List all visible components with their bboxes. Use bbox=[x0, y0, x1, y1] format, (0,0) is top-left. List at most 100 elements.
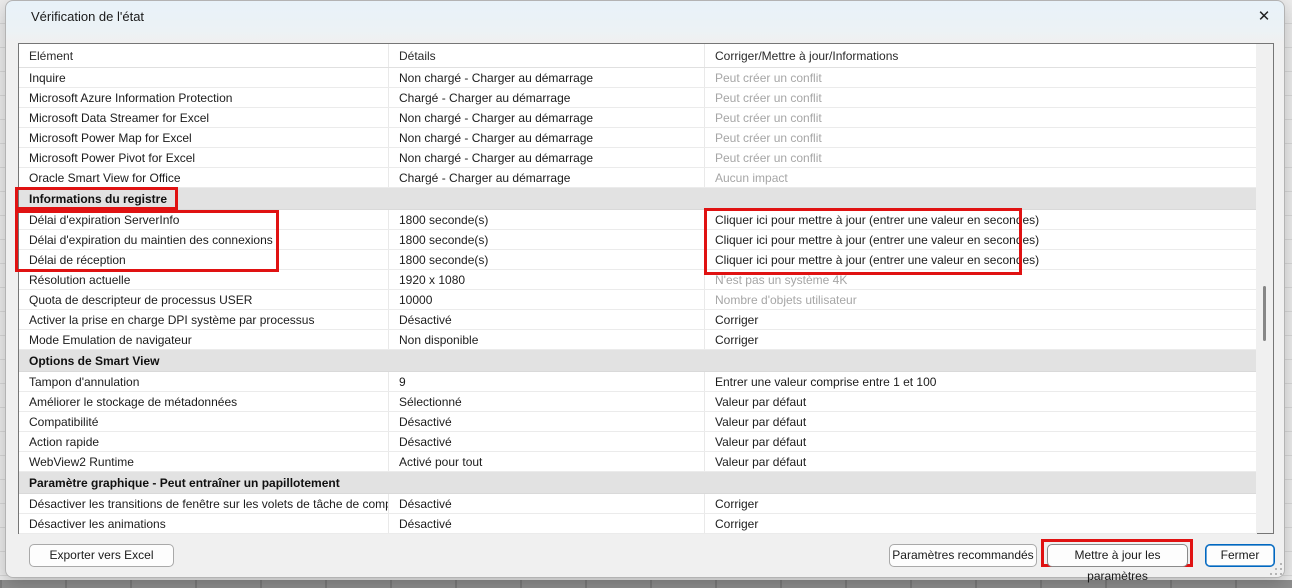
action-cell: N'est pas un système 4K bbox=[705, 270, 1257, 289]
element-cell: Action rapide bbox=[19, 432, 389, 451]
details-cell: Sélectionné bbox=[389, 392, 705, 411]
details-cell: Chargé - Charger au démarrage bbox=[389, 168, 705, 187]
details-cell: Non chargé - Charger au démarrage bbox=[389, 148, 705, 167]
element-cell: Microsoft Power Pivot for Excel bbox=[19, 148, 389, 167]
action-cell[interactable]: Cliquer ici pour mettre à jour (entrer u… bbox=[705, 210, 1257, 229]
action-cell[interactable]: Corriger bbox=[705, 514, 1257, 533]
column-header-element: Elément bbox=[19, 44, 389, 67]
table-row: Microsoft Azure Information ProtectionCh… bbox=[19, 88, 1257, 108]
details-cell: Non chargé - Charger au démarrage bbox=[389, 128, 705, 147]
table-row: Microsoft Power Pivot for ExcelNon charg… bbox=[19, 148, 1257, 168]
action-cell: Peut créer un conflit bbox=[705, 148, 1257, 167]
action-cell[interactable]: Valeur par défaut bbox=[705, 432, 1257, 451]
element-cell: WebView2 Runtime bbox=[19, 452, 389, 471]
table-row: Microsoft Power Map for ExcelNon chargé … bbox=[19, 128, 1257, 148]
section-row: Paramètre graphique - Peut entraîner un … bbox=[19, 472, 1257, 494]
action-cell: Aucun impact bbox=[705, 168, 1257, 187]
element-cell: Activer la prise en charge DPI système p… bbox=[19, 310, 389, 329]
element-cell: Tampon d'annulation bbox=[19, 372, 389, 391]
action-cell[interactable]: Corriger bbox=[705, 310, 1257, 329]
health-check-dialog: Vérification de l'état ✕ Elément Détails… bbox=[5, 0, 1285, 578]
close-icon[interactable]: ✕ bbox=[1252, 5, 1276, 29]
element-cell: Compatibilité bbox=[19, 412, 389, 431]
action-cell: Peut créer un conflit bbox=[705, 128, 1257, 147]
table-row: CompatibilitéDésactivéValeur par défaut bbox=[19, 412, 1257, 432]
section-label: Options de Smart View bbox=[29, 354, 159, 368]
details-cell: Non chargé - Charger au démarrage bbox=[389, 108, 705, 127]
details-cell: 1800 seconde(s) bbox=[389, 230, 705, 249]
resize-grip-icon[interactable] bbox=[1275, 568, 1277, 570]
details-cell: 9 bbox=[389, 372, 705, 391]
export-to-excel-button[interactable]: Exporter vers Excel bbox=[29, 544, 174, 567]
action-cell: Peut créer un conflit bbox=[705, 108, 1257, 127]
table-row: Action rapideDésactivéValeur par défaut bbox=[19, 432, 1257, 452]
column-header-action: Corriger/Mettre à jour/Informations bbox=[705, 44, 1257, 67]
details-cell: Désactivé bbox=[389, 432, 705, 451]
table-row: Tampon d'annulation9Entrer une valeur co… bbox=[19, 372, 1257, 392]
section-label: Informations du registre bbox=[29, 192, 167, 206]
table-grid: Elément Détails Corriger/Mettre à jour/I… bbox=[19, 44, 1257, 533]
column-header-details: Détails bbox=[389, 44, 705, 67]
section-label: Paramètre graphique - Peut entraîner un … bbox=[29, 476, 340, 490]
close-dialog-button[interactable]: Fermer bbox=[1205, 544, 1275, 567]
update-settings-button[interactable]: Mettre à jour les paramètres bbox=[1047, 544, 1188, 567]
element-cell: Délai d'expiration ServerInfo bbox=[19, 210, 389, 229]
element-cell: Améliorer le stockage de métadonnées bbox=[19, 392, 389, 411]
vertical-scrollbar[interactable] bbox=[1256, 44, 1273, 533]
element-cell: Délai de réception bbox=[19, 250, 389, 269]
table-row: InquireNon chargé - Charger au démarrage… bbox=[19, 68, 1257, 88]
action-cell[interactable]: Cliquer ici pour mettre à jour (entrer u… bbox=[705, 250, 1257, 269]
dialog-title: Vérification de l'état bbox=[31, 9, 144, 24]
details-cell: Chargé - Charger au démarrage bbox=[389, 88, 705, 107]
action-cell[interactable]: Entrer une valeur comprise entre 1 et 10… bbox=[705, 372, 1257, 391]
dialog-titlebar[interactable]: Vérification de l'état ✕ bbox=[6, 1, 1284, 33]
table-row: Améliorer le stockage de métadonnéesSéle… bbox=[19, 392, 1257, 412]
action-cell: Peut créer un conflit bbox=[705, 88, 1257, 107]
action-cell: Peut créer un conflit bbox=[705, 68, 1257, 87]
table-body: InquireNon chargé - Charger au démarrage… bbox=[19, 68, 1257, 534]
element-cell: Désactiver les transitions de fenêtre su… bbox=[19, 494, 389, 513]
health-check-table: Elément Détails Corriger/Mettre à jour/I… bbox=[18, 43, 1274, 534]
element-cell: Quota de descripteur de processus USER bbox=[19, 290, 389, 309]
details-cell: Désactivé bbox=[389, 494, 705, 513]
element-cell: Microsoft Azure Information Protection bbox=[19, 88, 389, 107]
action-cell[interactable]: Corriger bbox=[705, 330, 1257, 349]
action-cell[interactable]: Valeur par défaut bbox=[705, 412, 1257, 431]
table-row: Délai de réception1800 seconde(s)Cliquer… bbox=[19, 250, 1257, 270]
action-cell[interactable]: Corriger bbox=[705, 494, 1257, 513]
table-row: Résolution actuelle1920 x 1080N'est pas … bbox=[19, 270, 1257, 290]
details-cell: Non disponible bbox=[389, 330, 705, 349]
scrollbar-thumb[interactable] bbox=[1263, 286, 1266, 341]
table-row: Quota de descripteur de processus USER10… bbox=[19, 290, 1257, 310]
action-cell: Nombre d'objets utilisateur bbox=[705, 290, 1257, 309]
table-row: Mode Emulation de navigateurNon disponib… bbox=[19, 330, 1257, 350]
element-cell: Résolution actuelle bbox=[19, 270, 389, 289]
section-row: Informations du registre bbox=[19, 188, 1257, 210]
table-row: Délai d'expiration ServerInfo1800 second… bbox=[19, 210, 1257, 230]
table-row: Désactiver les animationsDésactivéCorrig… bbox=[19, 514, 1257, 534]
table-row: Microsoft Data Streamer for ExcelNon cha… bbox=[19, 108, 1257, 128]
recommended-settings-button[interactable]: Paramètres recommandés bbox=[889, 544, 1037, 567]
element-cell: Inquire bbox=[19, 68, 389, 87]
table-row: Activer la prise en charge DPI système p… bbox=[19, 310, 1257, 330]
action-cell[interactable]: Cliquer ici pour mettre à jour (entrer u… bbox=[705, 230, 1257, 249]
table-row: Oracle Smart View for OfficeChargé - Cha… bbox=[19, 168, 1257, 188]
action-cell[interactable]: Valeur par défaut bbox=[705, 392, 1257, 411]
element-cell: Mode Emulation de navigateur bbox=[19, 330, 389, 349]
element-cell: Oracle Smart View for Office bbox=[19, 168, 389, 187]
details-cell: Désactivé bbox=[389, 514, 705, 533]
table-row: Délai d'expiration du maintien des conne… bbox=[19, 230, 1257, 250]
table-row: WebView2 RuntimeActivé pour toutValeur p… bbox=[19, 452, 1257, 472]
details-cell: 10000 bbox=[389, 290, 705, 309]
element-cell: Délai d'expiration du maintien des conne… bbox=[19, 230, 389, 249]
element-cell: Microsoft Data Streamer for Excel bbox=[19, 108, 389, 127]
action-cell[interactable]: Valeur par défaut bbox=[705, 452, 1257, 471]
section-row: Options de Smart View bbox=[19, 350, 1257, 372]
element-cell: Désactiver les animations bbox=[19, 514, 389, 533]
details-cell: 1800 seconde(s) bbox=[389, 250, 705, 269]
table-row: Désactiver les transitions de fenêtre su… bbox=[19, 494, 1257, 514]
table-header-row: Elément Détails Corriger/Mettre à jour/I… bbox=[19, 44, 1257, 68]
details-cell: 1800 seconde(s) bbox=[389, 210, 705, 229]
details-cell: Désactivé bbox=[389, 310, 705, 329]
details-cell: Non chargé - Charger au démarrage bbox=[389, 68, 705, 87]
